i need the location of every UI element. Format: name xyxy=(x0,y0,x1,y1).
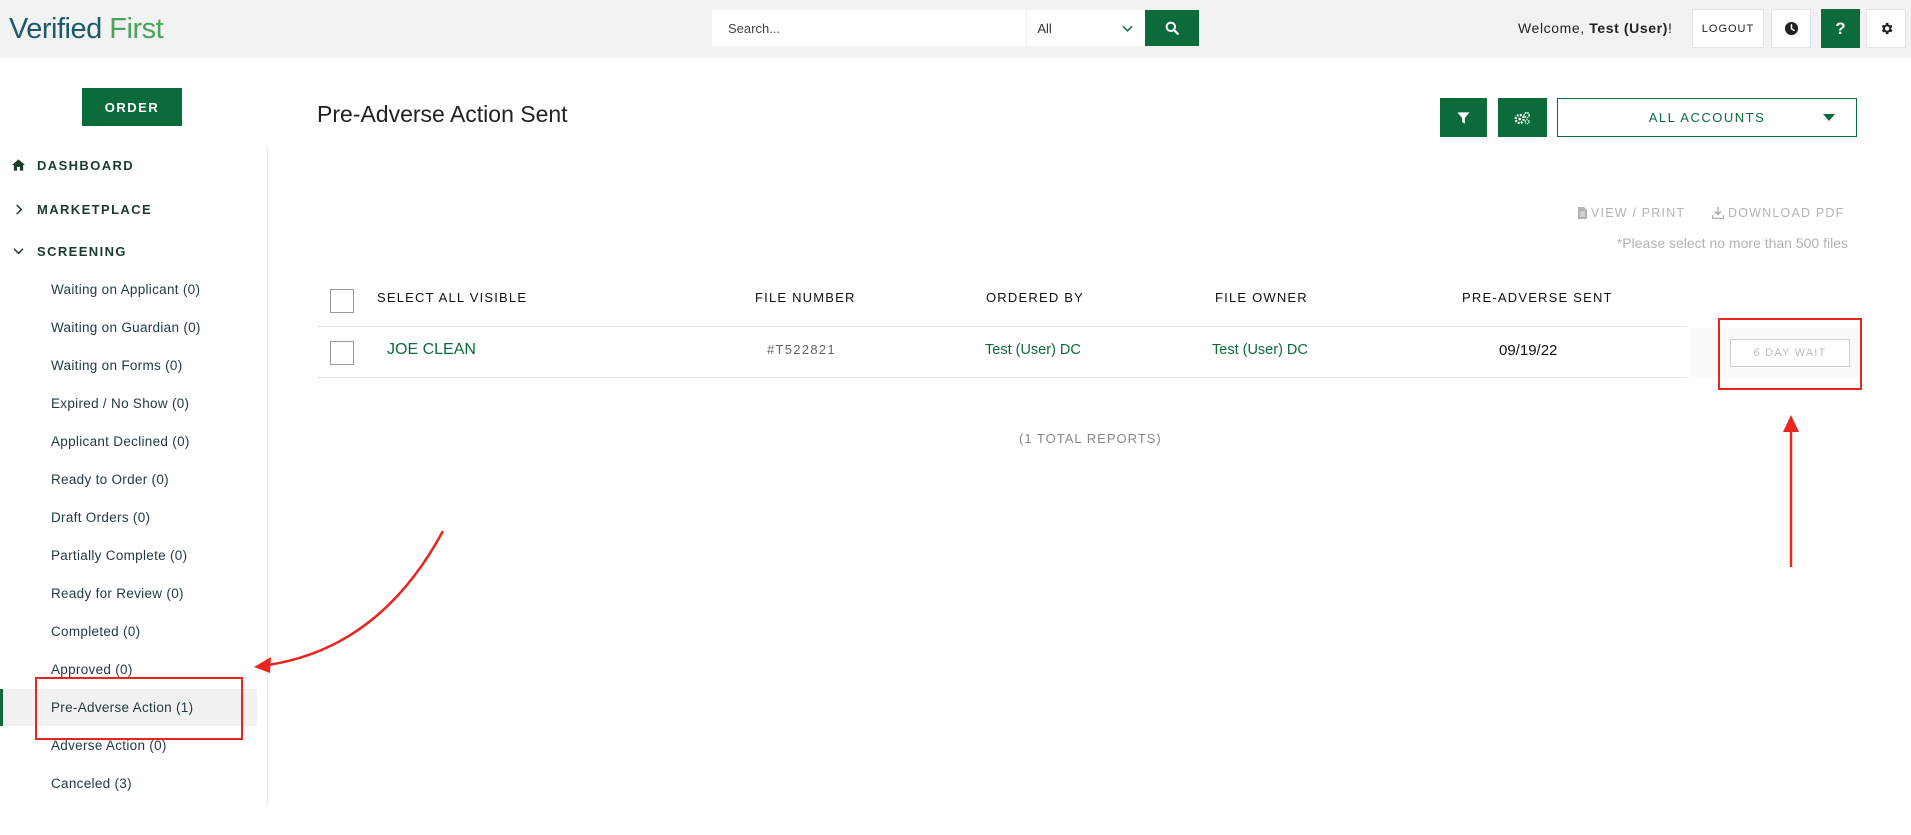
logo-word-first: First xyxy=(109,13,164,45)
sidebar-item-label: Waiting on Forms (0) xyxy=(51,358,183,373)
sidebar-item-ready-to-order[interactable]: Ready to Order (0) xyxy=(0,461,257,498)
nav-marketplace[interactable]: MARKETPLACE xyxy=(12,199,151,219)
logo-word-verified: Verified xyxy=(9,13,102,45)
sidebar-item-label: Canceled (3) xyxy=(51,776,132,791)
file-owner-link[interactable]: Test (User) DC xyxy=(1212,342,1308,358)
file-icon xyxy=(1578,207,1587,219)
view-print-label: VIEW / PRINT xyxy=(1591,206,1686,220)
sidebar-item-label: Expired / No Show (0) xyxy=(51,396,190,411)
header-divider xyxy=(317,326,1687,327)
search-input[interactable] xyxy=(712,10,1027,46)
verified-first-logo[interactable]: Verified First xyxy=(9,12,164,46)
col-ordered-by: ORDERED BY xyxy=(986,290,1084,305)
sidebar-item-label: Draft Orders (0) xyxy=(51,510,151,525)
welcome-prefix: Welcome, xyxy=(1518,20,1590,36)
sidebar-item-label: Ready for Review (0) xyxy=(51,586,184,601)
settings-button[interactable] xyxy=(1866,9,1906,48)
sidebar-item-label: Applicant Declined (0) xyxy=(51,434,190,449)
sidebar-item-completed[interactable]: Completed (0) xyxy=(0,613,257,650)
column-settings-button[interactable] xyxy=(1498,98,1547,137)
clock-icon xyxy=(1784,21,1798,36)
sidebar-item-canceled[interactable]: Canceled (3) xyxy=(0,765,257,802)
top-bar: Verified First All Welcome, Test (User)!… xyxy=(0,0,1911,58)
search-button[interactable] xyxy=(1145,10,1199,46)
user-name: Test (User) xyxy=(1589,20,1668,36)
sidebar-item-ready-for-review[interactable]: Ready for Review (0) xyxy=(0,575,257,612)
document-actions: VIEW / PRINT DOWNLOAD PDF xyxy=(1578,206,1848,224)
accounts-dropdown-label: ALL ACCOUNTS xyxy=(1648,110,1766,125)
search-icon xyxy=(1165,21,1180,35)
chevron-right-icon xyxy=(12,203,25,216)
download-pdf-label: DOWNLOAD PDF xyxy=(1728,206,1845,220)
sidebar-item-expired-no-show[interactable]: Expired / No Show (0) xyxy=(0,385,257,422)
col-file-number: FILE NUMBER xyxy=(755,290,856,305)
accounts-dropdown[interactable]: ALL ACCOUNTS xyxy=(1557,98,1857,137)
sidebar-item-label: Adverse Action (0) xyxy=(51,738,167,753)
sidebar-item-waiting-on-applicant[interactable]: Waiting on Applicant (0) xyxy=(0,271,257,308)
highlight-box-day-wait xyxy=(1718,318,1862,390)
cogs-icon xyxy=(1514,111,1531,124)
arrow-to-sidebar-icon xyxy=(254,530,445,673)
sidebar-item-label: Waiting on Applicant (0) xyxy=(51,282,201,297)
view-print-link[interactable]: VIEW / PRINT xyxy=(1578,206,1685,220)
sidebar-item-applicant-declined[interactable]: Applicant Declined (0) xyxy=(0,423,257,460)
welcome-suffix: ! xyxy=(1667,20,1673,36)
highlight-box-pre-adverse-action xyxy=(35,677,243,740)
arrow-to-wait-button-icon xyxy=(1783,415,1799,567)
chevron-down-icon xyxy=(12,245,25,258)
order-button[interactable]: ORDER xyxy=(82,88,182,126)
sidebar-item-partially-complete[interactable]: Partially Complete (0) xyxy=(0,537,257,574)
row-divider xyxy=(317,377,1687,378)
pre-adverse-sent-date: 09/19/22 xyxy=(1499,342,1558,359)
col-select-all: SELECT ALL VISIBLE xyxy=(377,290,528,305)
sidebar-divider xyxy=(267,147,268,805)
page-title: Pre-Adverse Action Sent xyxy=(317,101,568,127)
sidebar-item-waiting-on-guardian[interactable]: Waiting on Guardian (0) xyxy=(0,309,257,346)
recent-activity-button[interactable] xyxy=(1771,9,1811,48)
home-icon xyxy=(12,159,25,172)
sidebar-item-draft-orders[interactable]: Draft Orders (0) xyxy=(0,499,257,536)
ordered-by-link[interactable]: Test (User) DC xyxy=(985,342,1081,358)
nav-screening[interactable]: SCREENING xyxy=(12,241,125,261)
nav-dashboard[interactable]: DASHBOARD xyxy=(12,155,133,175)
filter-icon xyxy=(1457,111,1470,124)
gear-icon xyxy=(1881,22,1892,35)
welcome-message: Welcome, Test (User)! xyxy=(1518,20,1672,36)
col-file-owner: FILE OWNER xyxy=(1215,290,1308,305)
filter-button[interactable] xyxy=(1440,98,1487,137)
sidebar-item-waiting-on-forms[interactable]: Waiting on Forms (0) xyxy=(0,347,257,384)
nav-dashboard-label: DASHBOARD xyxy=(37,157,135,173)
search-bar: All xyxy=(712,10,1199,46)
selection-limit-note: *Please select no more than 500 files xyxy=(1616,235,1848,251)
col-pre-adverse-sent: PRE-ADVERSE SENT xyxy=(1462,290,1613,305)
sidebar-item-label: Completed (0) xyxy=(51,624,141,639)
total-reports: (1 TOTAL REPORTS) xyxy=(1019,431,1162,446)
search-scope-value: All xyxy=(1037,20,1052,36)
sidebar-item-label: Ready to Order (0) xyxy=(51,472,169,487)
logout-button[interactable]: LOGOUT xyxy=(1692,9,1764,48)
applicant-name-link[interactable]: JOE CLEAN xyxy=(387,341,476,359)
download-icon xyxy=(1712,207,1724,219)
row-checkbox[interactable] xyxy=(330,341,354,365)
sidebar-item-label: Waiting on Guardian (0) xyxy=(51,320,201,335)
search-scope-select[interactable]: All xyxy=(1026,10,1146,46)
nav-screening-label: SCREENING xyxy=(37,243,127,259)
select-all-checkbox[interactable] xyxy=(330,289,354,313)
file-number: #T522821 xyxy=(767,342,836,357)
help-button[interactable]: ? xyxy=(1821,9,1860,48)
caret-down-icon xyxy=(1823,114,1835,121)
sidebar-item-label: Approved (0) xyxy=(51,662,133,677)
download-pdf-link[interactable]: DOWNLOAD PDF xyxy=(1712,206,1845,220)
chevron-down-icon xyxy=(1122,25,1134,32)
sidebar-item-label: Partially Complete (0) xyxy=(51,548,188,563)
nav-marketplace-label: MARKETPLACE xyxy=(37,201,153,217)
